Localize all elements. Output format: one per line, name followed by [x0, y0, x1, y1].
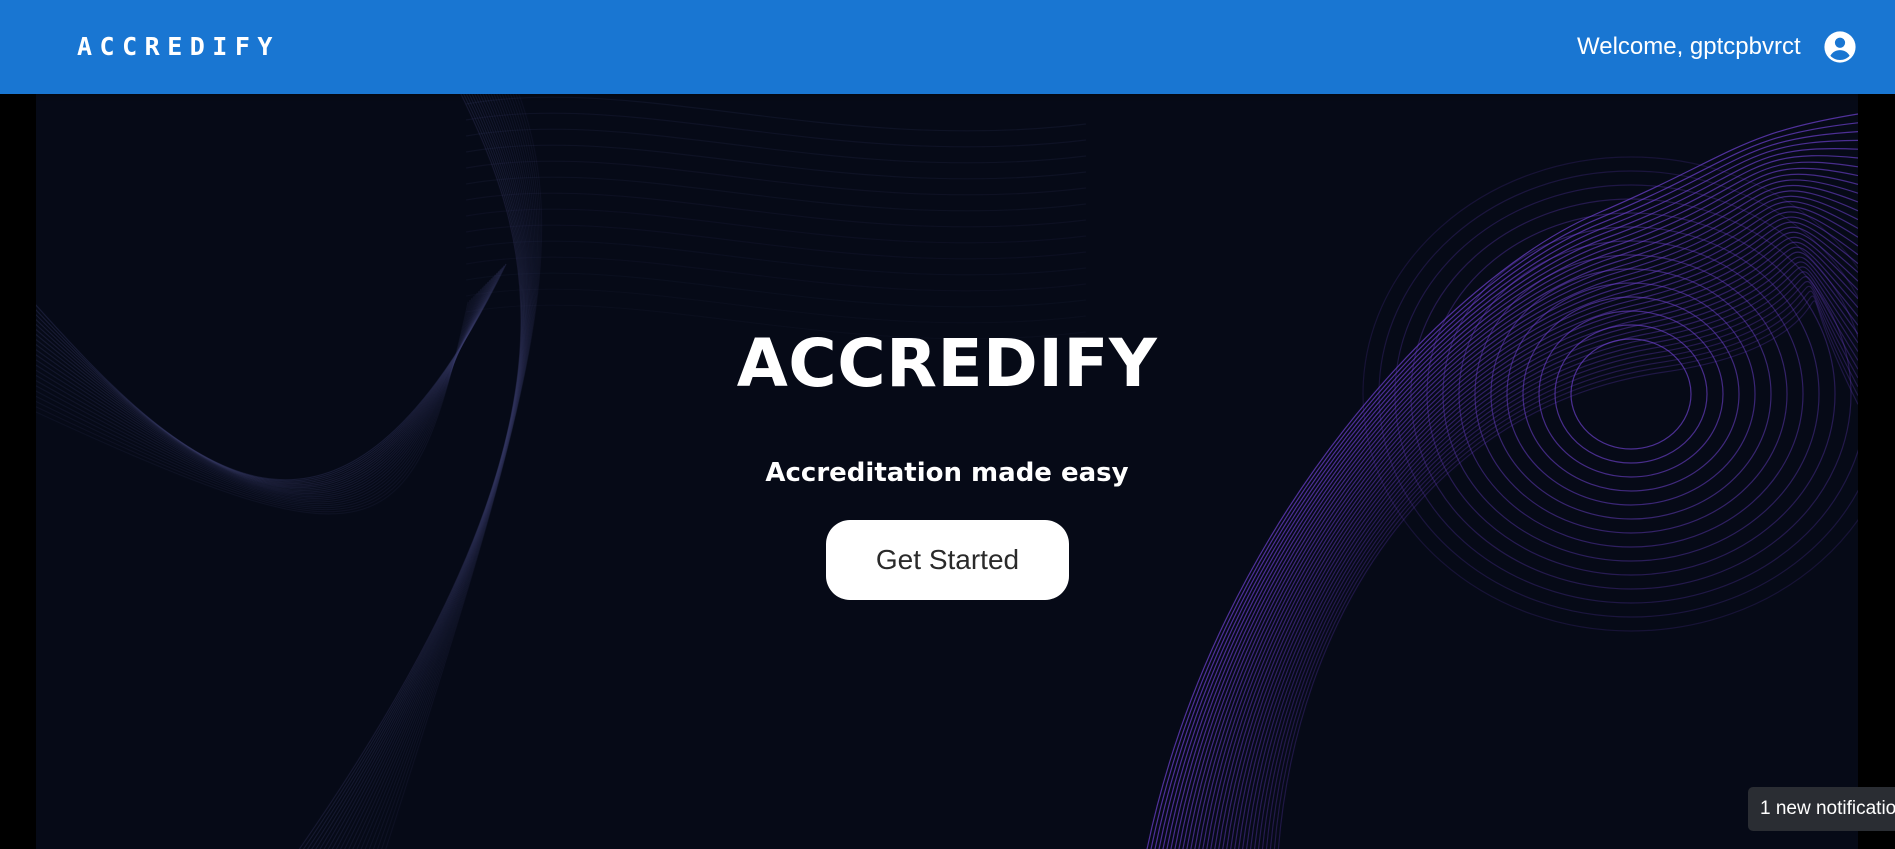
account-circle-icon[interactable] [1823, 30, 1857, 64]
brand-logo[interactable]: ACCREDIFY [77, 31, 280, 63]
hero-subtitle: Accreditation made easy [765, 458, 1129, 488]
top-navbar: ACCREDIFY Welcome, gptcpbvrct [0, 0, 1895, 94]
hero-section: ACCREDIFY Accreditation made easy Get St… [36, 94, 1858, 849]
notification-toast[interactable]: 1 new notification [1748, 787, 1895, 831]
wave-line [1202, 206, 1858, 849]
wave-line [465, 96, 1087, 132]
wave-line [1154, 131, 1858, 849]
wave-line [1158, 139, 1858, 849]
welcome-message: Welcome, gptcpbvrct [1577, 33, 1801, 60]
hero-title: ACCREDIFY [736, 325, 1158, 402]
get-started-button[interactable]: Get Started [826, 520, 1069, 600]
